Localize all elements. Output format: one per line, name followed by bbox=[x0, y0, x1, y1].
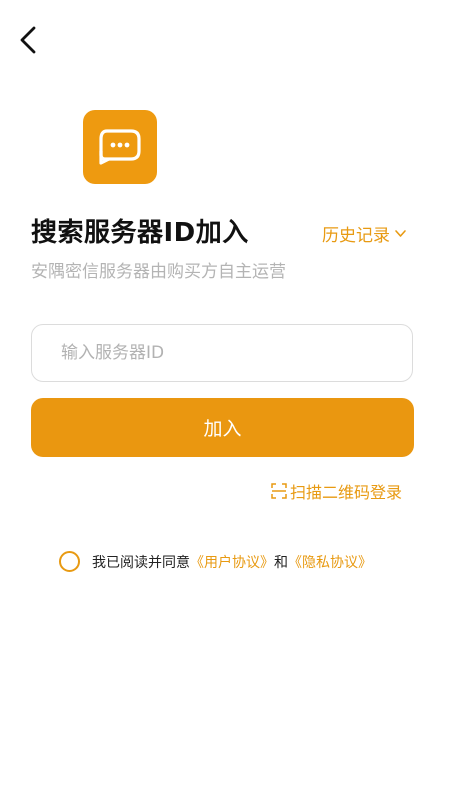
agreement-prefix: 我已阅读并同意 bbox=[92, 554, 190, 571]
scan-icon bbox=[271, 483, 287, 499]
history-label: 历史记录 bbox=[322, 226, 390, 246]
server-id-input[interactable] bbox=[32, 325, 412, 381]
back-button[interactable] bbox=[14, 24, 44, 56]
chevron-left-icon bbox=[20, 26, 36, 54]
page-subtitle: 安隅密信服务器由购买方自主运营 bbox=[31, 262, 286, 282]
page-title: 搜索服务器ID加入 bbox=[31, 218, 249, 248]
user-agreement-link[interactable]: 《用户协议》 bbox=[190, 552, 274, 572]
scan-qr-login-link[interactable]: 扫描二维码登录 bbox=[271, 479, 402, 503]
join-button[interactable]: 加入 bbox=[31, 398, 414, 457]
chevron-down-icon bbox=[395, 230, 406, 237]
privacy-agreement-link[interactable]: 《隐私协议》 bbox=[288, 552, 372, 572]
app-logo bbox=[83, 110, 157, 184]
chat-bubble-icon bbox=[99, 129, 141, 165]
history-button[interactable]: 历史记录 bbox=[322, 221, 407, 246]
agreement-checkbox[interactable] bbox=[59, 551, 80, 572]
agreement-row: 我已阅读并同意 《用户协议》 和 《隐私协议》 bbox=[59, 551, 372, 572]
agreement-conjunction: 和 bbox=[274, 554, 288, 571]
scan-label: 扫描二维码登录 bbox=[290, 483, 403, 502]
server-id-field[interactable] bbox=[31, 324, 413, 382]
